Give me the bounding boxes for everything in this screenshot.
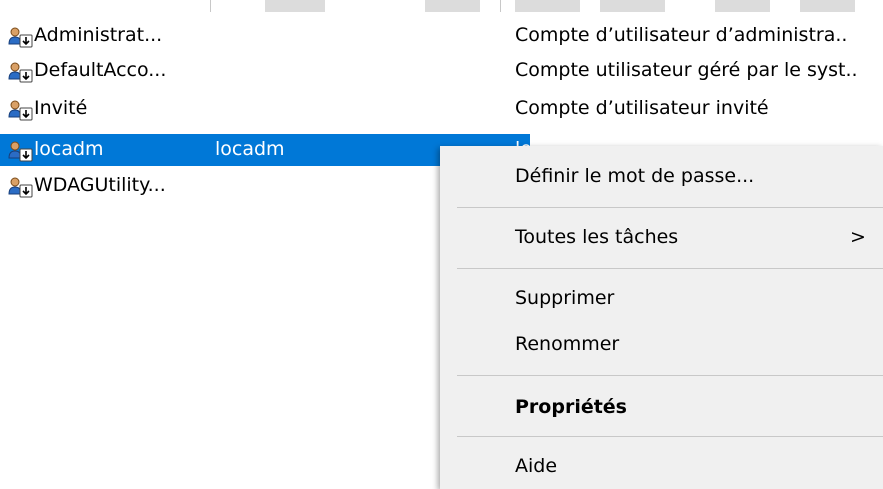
column-header[interactable]: [425, 0, 480, 12]
menu-separator: [457, 268, 883, 269]
menu-item-label: Propriétés: [515, 396, 627, 418]
user-name: WDAGUtility...: [34, 174, 166, 196]
column-divider: [210, 0, 211, 12]
column-header[interactable]: [515, 0, 580, 12]
menu-item-delete[interactable]: Supprimer: [440, 280, 883, 318]
context-menu: Définir le mot de passe... Toutes les tâ…: [440, 146, 883, 489]
user-name: Invité: [34, 97, 88, 119]
menu-item-all-tasks[interactable]: Toutes les tâches >: [440, 219, 883, 257]
user-account-icon: [8, 26, 34, 48]
column-divider: [500, 0, 501, 12]
user-row[interactable]: Administrat... Compte d’utilisateur d’adm…: [0, 20, 883, 52]
column-header[interactable]: [265, 0, 325, 12]
menu-item-label: Aide: [515, 455, 558, 477]
menu-item-rename[interactable]: Renommer: [440, 326, 883, 364]
menu-separator: [457, 207, 883, 208]
column-header-strip: [0, 0, 883, 14]
user-row[interactable]: DefaultAcco... Compte utilisateur géré pa…: [0, 55, 883, 87]
menu-separator: [457, 436, 883, 437]
menu-item-label: Renommer: [515, 333, 620, 355]
menu-item-set-password[interactable]: Définir le mot de passe...: [440, 158, 883, 196]
submenu-arrow-icon: >: [850, 226, 866, 248]
menu-item-label: Définir le mot de passe...: [515, 165, 755, 187]
user-full-name: locadm: [215, 138, 285, 160]
menu-separator: [457, 375, 883, 376]
menu-item-help[interactable]: Aide: [440, 448, 883, 486]
column-header[interactable]: [715, 0, 770, 12]
user-description: Compte d’utilisateur d’administra..: [515, 24, 848, 46]
user-name: DefaultAcco...: [34, 59, 167, 81]
menu-item-properties[interactable]: Propriétés: [440, 389, 883, 427]
menu-item-label: Toutes les tâches: [515, 226, 679, 248]
user-account-icon: [8, 99, 34, 121]
user-description: Compte utilisateur géré par le syst..: [515, 59, 858, 81]
user-account-icon: [8, 176, 34, 198]
user-account-icon: [8, 140, 34, 162]
user-name: Administrat...: [34, 24, 163, 46]
user-row[interactable]: Invité Compte d’utilisateur invité: [0, 93, 883, 125]
menu-item-label: Supprimer: [515, 287, 615, 309]
user-account-icon: [8, 61, 34, 83]
user-description: Compte d’utilisateur invité: [515, 97, 769, 119]
column-header[interactable]: [800, 0, 855, 12]
user-name: locadm: [34, 138, 104, 160]
column-header[interactable]: [600, 0, 665, 12]
